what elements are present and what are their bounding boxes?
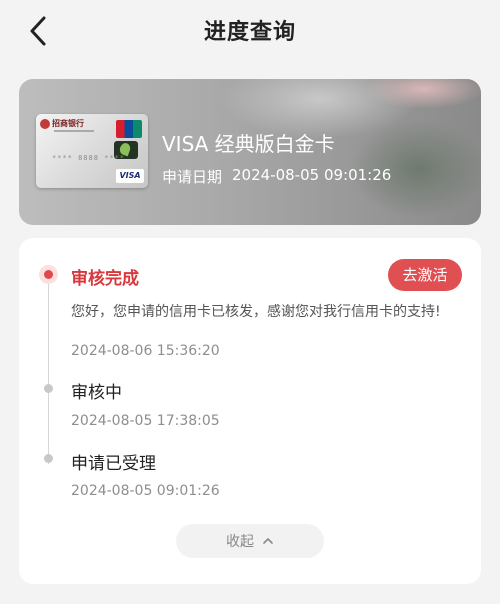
step-time: 2024-08-06 15:36:20 <box>71 343 220 359</box>
visa-logo-icon: VISA <box>116 169 144 183</box>
chevron-up-icon <box>263 538 273 544</box>
bank-logo-icon <box>40 119 50 129</box>
step-time: 2024-08-05 09:01:26 <box>71 483 220 499</box>
card-divider <box>54 130 94 132</box>
card-bank-name: 招商银行 <box>52 119 84 128</box>
step-description: 您好，您申请的信用卡已核发，感谢您对我行信用卡的支持! <box>71 304 441 320</box>
credit-card-image: 招商银行 **** 8888 **** VISA <box>36 114 148 188</box>
top-bar: 进度查询 <box>0 0 500 62</box>
banner-blur <box>364 79 481 109</box>
collapse-button[interactable]: 收起 <box>176 524 324 558</box>
step-time: 2024-08-05 17:38:05 <box>71 413 220 429</box>
timeline-line <box>48 276 49 464</box>
apply-date-value: 2024-08-05 09:01:26 <box>232 166 392 184</box>
timeline-dot <box>44 384 53 393</box>
page-title: 进度查询 <box>203 20 296 45</box>
apply-date-label: 申请日期 <box>162 168 223 186</box>
collapse-label: 收起 <box>226 534 254 550</box>
card-product-name: VISA 经典版白金卡 <box>162 132 335 156</box>
step-title: 申请已受理 <box>71 454 156 474</box>
timeline-dot <box>44 454 53 463</box>
timeline-dot-active <box>39 265 58 284</box>
card-number: **** 8888 **** <box>52 154 126 162</box>
step-title: 审核中 <box>71 383 122 403</box>
unionpay-logo-icon <box>116 120 142 138</box>
activate-button[interactable]: 去激活 <box>388 259 462 291</box>
step-title: 审核完成 <box>71 269 139 289</box>
progress-panel: 审核完成 去激活 您好，您申请的信用卡已核发，感谢您对我行信用卡的支持! 202… <box>19 238 481 584</box>
